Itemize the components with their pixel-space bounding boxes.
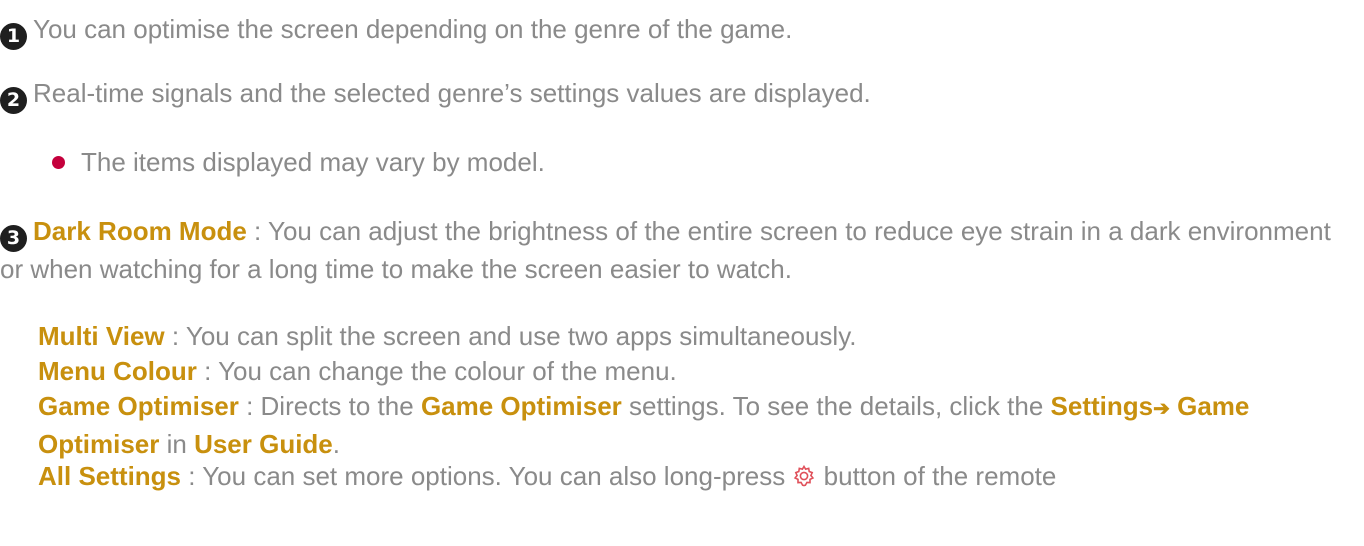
- game-optimiser-label: Game Optimiser: [38, 391, 239, 421]
- game-optimiser-text-4: .: [332, 429, 341, 459]
- note-text: The items displayed may vary by model.: [81, 147, 545, 177]
- settings-link[interactable]: Settings: [1051, 391, 1154, 421]
- step-1: 1 You can optimise the screen depending o…: [0, 12, 1350, 50]
- game-optimiser-row: Game Optimiser : Directs to the Game Opt…: [38, 389, 1350, 462]
- settings-gear-icon: [794, 464, 815, 487]
- step-2-marker: 2: [0, 87, 27, 114]
- menu-colour-text: : You can change the colour of the menu.: [196, 356, 677, 386]
- dark-room-mode-label: Dark Room Mode: [33, 216, 247, 246]
- game-optimiser-text-2: settings. To see the details, click the: [621, 391, 1051, 421]
- step-2: 2 Real-time signals and the selected genr…: [0, 76, 1350, 114]
- note-bullet: The items displayed may vary by model.: [52, 145, 545, 180]
- menu-colour-row: Menu Colour : You can change the colour …: [38, 354, 1350, 389]
- game-optimiser-text-3: in: [159, 429, 195, 459]
- bullet-dot-icon: [52, 156, 65, 169]
- all-settings-label: All Settings: [38, 461, 182, 491]
- user-guide-link[interactable]: User Guide: [194, 429, 333, 459]
- step-2-text: Real-time signals and the selected genre…: [33, 78, 871, 108]
- multi-view-label: Multi View: [38, 321, 165, 351]
- step-1-text: You can optimise the screen depending on…: [33, 14, 793, 44]
- game-optimiser-text-1: : Directs to the: [238, 391, 421, 421]
- step-1-marker: 1: [0, 23, 27, 50]
- document: 1 You can optimise the screen depending o…: [0, 0, 1364, 546]
- menu-colour-label: Menu Colour: [38, 356, 197, 386]
- multi-view-row: Multi View : You can split the screen an…: [38, 319, 1350, 354]
- all-settings-text-2: button of the remote: [816, 461, 1057, 491]
- all-settings-text-1: : You can set more options. You can also…: [181, 461, 793, 491]
- all-settings-row: All Settings : You can set more options.…: [38, 459, 1350, 494]
- multi-view-text: : You can split the screen and use two a…: [164, 321, 857, 351]
- step-3-marker: 3: [0, 225, 27, 252]
- game-optimiser-link[interactable]: Game Optimiser: [421, 391, 622, 421]
- step-3: 3 Dark Room Mode : You can adjust the bri…: [0, 214, 1350, 287]
- arrow-right-icon: ➔: [1153, 398, 1170, 420]
